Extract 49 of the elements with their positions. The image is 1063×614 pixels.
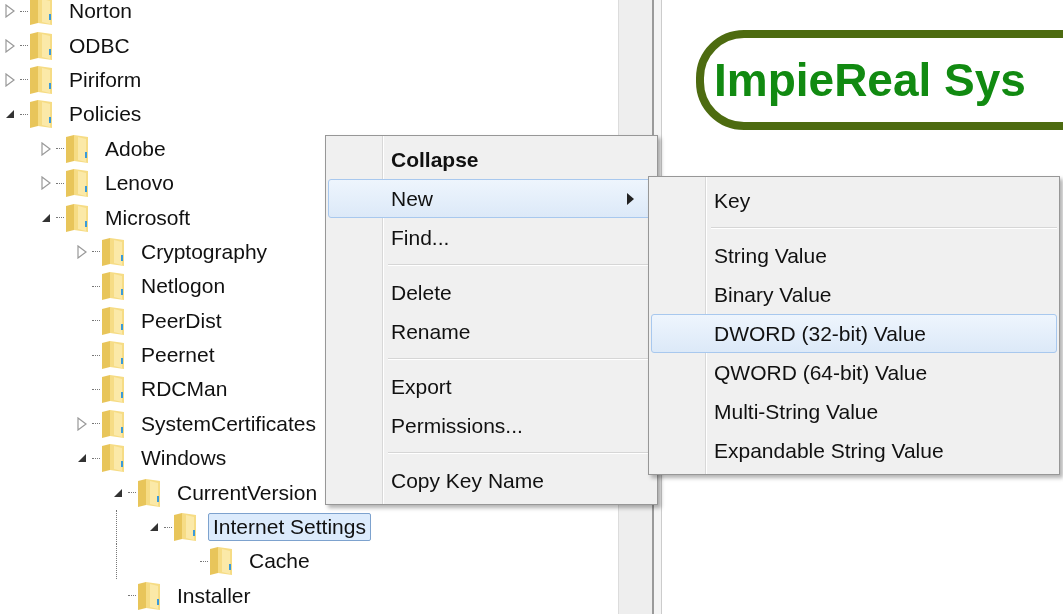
menu-item[interactable]: Collapse [328, 140, 655, 179]
tree-item[interactable]: ODBC [64, 31, 135, 60]
triangle-icon[interactable] [113, 487, 123, 498]
triangle-icon[interactable] [41, 212, 51, 223]
tree-item[interactable]: Piriform [64, 65, 147, 94]
tree-item[interactable]: Peernet [136, 341, 220, 370]
folder-icon [136, 580, 162, 611]
menu-item[interactable]: Multi-String Value [651, 392, 1057, 431]
folder-icon [28, 99, 54, 130]
tree-item[interactable]: Internet Settings [208, 513, 371, 542]
folder-icon [136, 477, 162, 508]
tree-item[interactable]: Adobe [100, 134, 171, 163]
tree-item[interactable]: Lenovo [100, 169, 179, 198]
triangle-icon[interactable] [5, 109, 15, 120]
folder-icon [100, 374, 126, 405]
folder-icon [100, 408, 126, 439]
menu-item[interactable]: QWORD (64-bit) Value [651, 353, 1057, 392]
tree-item[interactable]: SystemCertificates [136, 409, 322, 438]
folder-icon [64, 202, 90, 233]
folder-icon [28, 0, 54, 27]
triangle-icon[interactable] [149, 522, 159, 533]
triangle-icon[interactable] [77, 453, 87, 464]
tree-item[interactable]: RDCMan [136, 375, 233, 404]
folder-icon [100, 271, 126, 302]
tree-item[interactable]: Norton [64, 0, 138, 26]
folder-icon [100, 236, 126, 267]
folder-icon [172, 512, 198, 543]
tree-item[interactable]: PeerDist [136, 306, 227, 335]
tree-item[interactable]: Windows [136, 444, 232, 473]
folder-icon [208, 546, 234, 577]
menu-item[interactable]: Binary Value [651, 275, 1057, 314]
folder-icon [64, 168, 90, 199]
folder-icon [100, 340, 126, 371]
tree-item[interactable]: CurrentVersion [172, 478, 323, 507]
logo-text: ImpieReal Sys [714, 53, 1026, 107]
folder-icon [28, 30, 54, 61]
submenu-arrow-icon [627, 192, 634, 205]
menu-item[interactable]: String Value [651, 236, 1057, 275]
tree-item[interactable]: Microsoft [100, 203, 196, 232]
tree-item[interactable]: Cryptography [136, 237, 273, 266]
tree-item[interactable]: Policies [64, 100, 147, 129]
folder-icon [100, 305, 126, 336]
menu-item[interactable]: DWORD (32-bit) Value [651, 314, 1057, 353]
tree-item[interactable]: Installer [172, 581, 256, 610]
tree-item[interactable]: Netlogon [136, 272, 231, 301]
folder-icon [100, 443, 126, 474]
tree-item[interactable]: Cache [244, 547, 315, 576]
folder-icon [28, 64, 54, 95]
folder-icon [64, 133, 90, 164]
